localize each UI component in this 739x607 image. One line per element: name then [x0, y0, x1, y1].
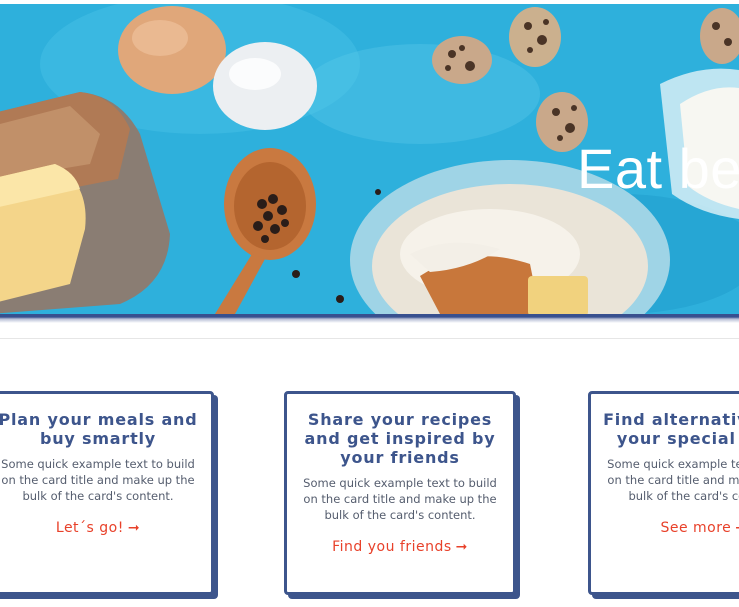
card-title: Find alternatives for your special diets	[603, 410, 739, 448]
feature-card-plan-meals: Plan your meals and buy smartly Some qui…	[0, 391, 214, 595]
card-text: Some quick example text to build on the …	[607, 457, 739, 503]
hero-banner: Eat better	[0, 4, 739, 314]
see-more-link[interactable]: See more➞	[660, 520, 739, 536]
card-title: Plan your meals and buy smartly	[0, 410, 198, 448]
arrow-right-icon: ➞	[735, 520, 739, 536]
card-link-label: Find you friends	[332, 539, 452, 555]
feature-card-share-recipes: Share your recipes and get inspired by y…	[284, 391, 516, 595]
arrow-right-icon: ➞	[455, 539, 468, 555]
section-divider	[0, 338, 739, 339]
card-link-label: See more	[660, 520, 732, 536]
lets-go-link[interactable]: Let´s go! ➞	[56, 520, 140, 536]
feature-card-special-diets: Find alternatives for your special diets…	[588, 391, 739, 595]
find-friends-link[interactable]: Find you friends ➞	[332, 539, 468, 555]
card-text: Some quick example text to build on the …	[1, 457, 195, 503]
hero-title: Eat better	[577, 137, 739, 200]
hero-bottom-border	[0, 314, 739, 323]
page: Eat better Plan your meals and buy smart…	[0, 0, 739, 607]
arrow-right-icon: ➞	[127, 520, 141, 536]
card-link-label: Let´s go!	[55, 520, 124, 536]
card-title: Share your recipes and get inspired by y…	[304, 410, 496, 467]
card-text: Some quick example text to build on the …	[303, 476, 497, 522]
